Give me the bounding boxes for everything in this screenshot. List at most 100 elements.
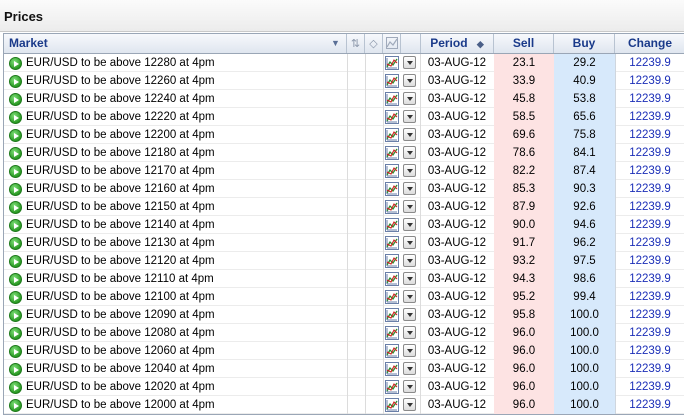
- row-actions-dropdown[interactable]: [403, 74, 416, 87]
- market-name[interactable]: EUR/USD to be above 12150 at 4pm: [26, 198, 344, 216]
- sell-price[interactable]: 78.6: [494, 144, 554, 162]
- sell-price[interactable]: 94.3: [494, 270, 554, 288]
- chart-icon[interactable]: [385, 200, 399, 214]
- trade-play-icon[interactable]: [9, 237, 22, 250]
- row-actions-dropdown[interactable]: [403, 164, 416, 177]
- row-actions-dropdown[interactable]: [403, 398, 416, 411]
- market-name[interactable]: EUR/USD to be above 12240 at 4pm: [26, 90, 344, 108]
- market-name[interactable]: EUR/USD to be above 12060 at 4pm: [26, 342, 344, 360]
- sell-price[interactable]: 58.5: [494, 108, 554, 126]
- row-actions-dropdown[interactable]: [403, 92, 416, 105]
- row-actions-dropdown[interactable]: [403, 236, 416, 249]
- table-row[interactable]: EUR/USD to be above 12090 at 4pm 03-AUG-1…: [4, 306, 684, 324]
- sell-price[interactable]: 96.0: [494, 378, 554, 396]
- market-name[interactable]: EUR/USD to be above 12120 at 4pm: [26, 252, 344, 270]
- buy-price[interactable]: 84.1: [554, 144, 615, 162]
- sell-price[interactable]: 23.1: [494, 54, 554, 72]
- market-name[interactable]: EUR/USD to be above 12040 at 4pm: [26, 360, 344, 378]
- row-actions-dropdown[interactable]: [403, 146, 416, 159]
- trade-play-icon[interactable]: [9, 345, 22, 358]
- sort-column-header[interactable]: ⇅: [347, 34, 365, 53]
- market-name[interactable]: EUR/USD to be above 12100 at 4pm: [26, 288, 344, 306]
- chart-icon[interactable]: [385, 344, 399, 358]
- sell-price[interactable]: 90.0: [494, 216, 554, 234]
- buy-price[interactable]: 92.6: [554, 198, 615, 216]
- trade-play-icon[interactable]: [9, 201, 22, 214]
- chart-icon[interactable]: [385, 110, 399, 124]
- sell-price[interactable]: 45.8: [494, 90, 554, 108]
- row-actions-dropdown[interactable]: [403, 308, 416, 321]
- row-actions-dropdown[interactable]: [403, 56, 416, 69]
- table-row[interactable]: EUR/USD to be above 12120 at 4pm 03-AUG-1…: [4, 252, 684, 270]
- market-name[interactable]: EUR/USD to be above 12090 at 4pm: [26, 306, 344, 324]
- market-name[interactable]: EUR/USD to be above 12160 at 4pm: [26, 180, 344, 198]
- market-name[interactable]: EUR/USD to be above 12140 at 4pm: [26, 216, 344, 234]
- chart-icon[interactable]: [385, 56, 399, 70]
- buy-price[interactable]: 94.6: [554, 216, 615, 234]
- buy-price[interactable]: 53.8: [554, 90, 615, 108]
- market-name[interactable]: EUR/USD to be above 12000 at 4pm: [26, 396, 344, 414]
- table-row[interactable]: EUR/USD to be above 12280 at 4pm 03-AUG-1…: [4, 54, 684, 72]
- sell-price[interactable]: 69.6: [494, 126, 554, 144]
- market-name[interactable]: EUR/USD to be above 12220 at 4pm: [26, 108, 344, 126]
- chart-icon[interactable]: [385, 182, 399, 196]
- chart-icon[interactable]: [385, 362, 399, 376]
- row-actions-dropdown[interactable]: [403, 254, 416, 267]
- sell-price[interactable]: 82.2: [494, 162, 554, 180]
- trade-play-icon[interactable]: [9, 255, 22, 268]
- buy-price[interactable]: 97.5: [554, 252, 615, 270]
- sell-price[interactable]: 96.0: [494, 342, 554, 360]
- table-row[interactable]: EUR/USD to be above 12200 at 4pm 03-AUG-1…: [4, 126, 684, 144]
- trade-play-icon[interactable]: [9, 111, 22, 124]
- market-name[interactable]: EUR/USD to be above 12020 at 4pm: [26, 378, 344, 396]
- buy-price[interactable]: 99.4: [554, 288, 615, 306]
- buy-price[interactable]: 75.8: [554, 126, 615, 144]
- trade-play-icon[interactable]: [9, 75, 22, 88]
- buy-price[interactable]: 40.9: [554, 72, 615, 90]
- chart-icon[interactable]: [385, 326, 399, 340]
- chart-icon[interactable]: [385, 218, 399, 232]
- table-row[interactable]: EUR/USD to be above 12160 at 4pm 03-AUG-1…: [4, 180, 684, 198]
- chart-icon[interactable]: [385, 398, 399, 412]
- market-name[interactable]: EUR/USD to be above 12260 at 4pm: [26, 72, 344, 90]
- column-header-buy[interactable]: Buy: [554, 34, 615, 53]
- buy-price[interactable]: 65.6: [554, 108, 615, 126]
- market-name[interactable]: EUR/USD to be above 12110 at 4pm: [26, 270, 344, 288]
- row-actions-dropdown[interactable]: [403, 128, 416, 141]
- buy-price[interactable]: 100.0: [554, 378, 615, 396]
- market-name[interactable]: EUR/USD to be above 12080 at 4pm: [26, 324, 344, 342]
- table-row[interactable]: EUR/USD to be above 12060 at 4pm 03-AUG-1…: [4, 342, 684, 360]
- trade-play-icon[interactable]: [9, 93, 22, 106]
- trade-play-icon[interactable]: [9, 309, 22, 322]
- buy-price[interactable]: 100.0: [554, 396, 615, 414]
- chart-icon[interactable]: [385, 380, 399, 394]
- chart-column-header[interactable]: [383, 34, 401, 53]
- table-row[interactable]: EUR/USD to be above 12180 at 4pm 03-AUG-1…: [4, 144, 684, 162]
- column-menu-icon[interactable]: ▼: [331, 34, 340, 53]
- chart-icon[interactable]: [385, 254, 399, 268]
- chart-icon[interactable]: [385, 290, 399, 304]
- table-row[interactable]: EUR/USD to be above 12110 at 4pm 03-AUG-1…: [4, 270, 684, 288]
- market-name[interactable]: EUR/USD to be above 12200 at 4pm: [26, 126, 344, 144]
- sell-price[interactable]: 85.3: [494, 180, 554, 198]
- row-actions-dropdown[interactable]: [403, 344, 416, 357]
- buy-price[interactable]: 29.2: [554, 54, 615, 72]
- buy-price[interactable]: 98.6: [554, 270, 615, 288]
- chart-icon[interactable]: [385, 272, 399, 286]
- buy-price[interactable]: 90.3: [554, 180, 615, 198]
- sell-price[interactable]: 33.9: [494, 72, 554, 90]
- row-actions-dropdown[interactable]: [403, 200, 416, 213]
- trade-play-icon[interactable]: [9, 399, 22, 412]
- trade-play-icon[interactable]: [9, 129, 22, 142]
- column-header-period[interactable]: Period ◆: [421, 34, 494, 53]
- chart-icon[interactable]: [385, 128, 399, 142]
- sell-price[interactable]: 93.2: [494, 252, 554, 270]
- sell-price[interactable]: 96.0: [494, 360, 554, 378]
- table-row[interactable]: EUR/USD to be above 12140 at 4pm 03-AUG-1…: [4, 216, 684, 234]
- chart-icon[interactable]: [385, 146, 399, 160]
- row-actions-dropdown[interactable]: [403, 380, 416, 393]
- chart-icon[interactable]: [385, 74, 399, 88]
- table-row[interactable]: EUR/USD to be above 12150 at 4pm 03-AUG-1…: [4, 198, 684, 216]
- sell-price[interactable]: 95.2: [494, 288, 554, 306]
- column-header-market[interactable]: Market ▼: [4, 34, 347, 53]
